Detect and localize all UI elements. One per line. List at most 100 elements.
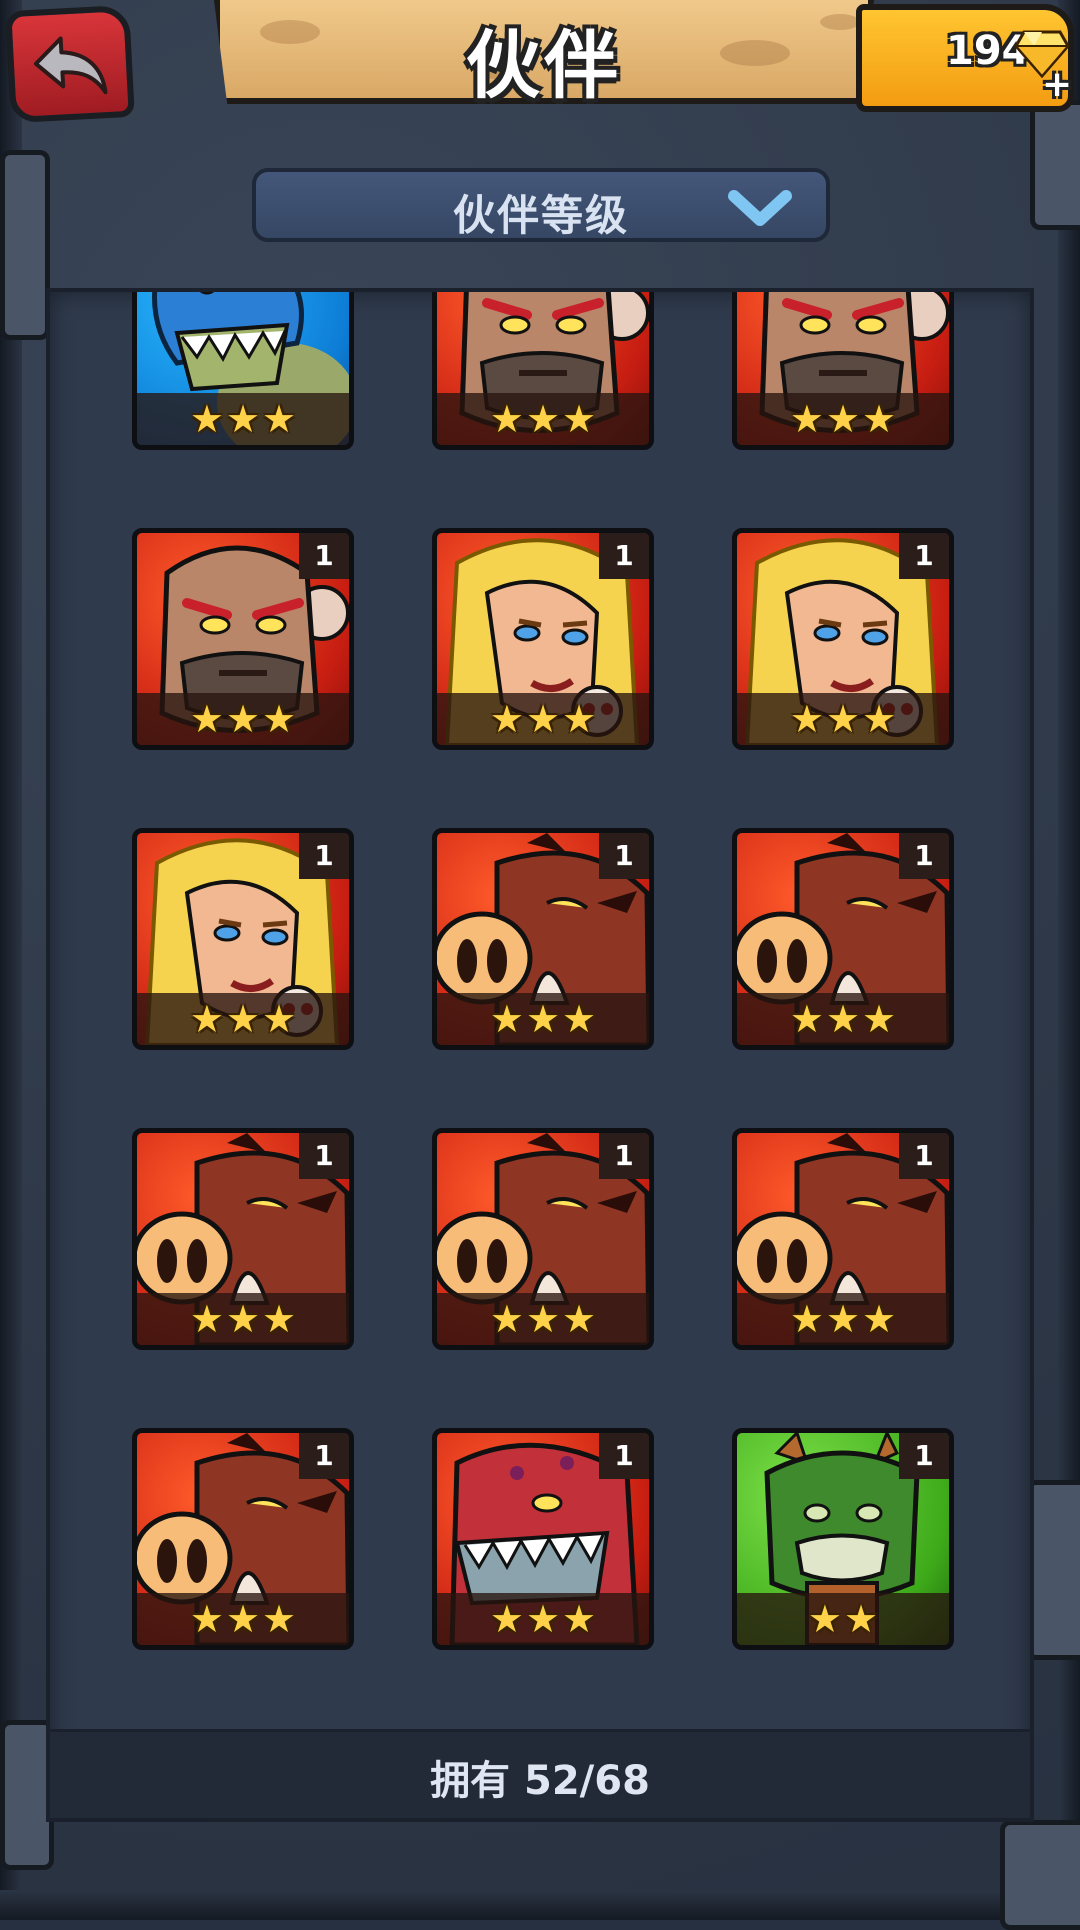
star-icon: ★ (525, 1297, 561, 1341)
partner-card[interactable]: 1★★★ (432, 1428, 654, 1650)
star-icon: ★ (825, 697, 861, 741)
star-icon: ★ (225, 997, 261, 1041)
star-rating: ★★★ (137, 393, 349, 445)
star-icon: ★ (862, 397, 897, 441)
partner-card[interactable]: 1★★★ (132, 528, 354, 750)
star-icon: ★ (789, 997, 824, 1041)
chevron-down-icon (728, 190, 792, 226)
star-icon: ★ (489, 397, 524, 441)
title-banner: 伙伴 (214, 0, 874, 104)
star-icon: ★ (189, 697, 224, 741)
star-icon: ★ (225, 397, 261, 441)
star-rating: ★★★ (737, 693, 949, 745)
star-rating: ★★★ (437, 1293, 649, 1345)
star-icon: ★ (825, 997, 861, 1041)
star-rating: ★★★ (137, 993, 349, 1045)
star-rating: ★★★ (137, 693, 349, 745)
star-icon: ★ (189, 1597, 224, 1641)
partner-card[interactable]: 1★★★ (132, 828, 354, 1050)
star-icon: ★ (525, 697, 561, 741)
partner-card[interactable]: 1★★★ (432, 828, 654, 1050)
star-icon: ★ (789, 397, 824, 441)
star-icon: ★ (862, 997, 897, 1041)
star-icon: ★ (862, 1297, 897, 1341)
star-icon: ★ (489, 1597, 524, 1641)
star-icon: ★ (825, 1297, 861, 1341)
star-icon: ★ (262, 697, 297, 741)
star-rating: ★★★ (437, 1593, 649, 1645)
star-icon: ★ (562, 397, 597, 441)
owned-footer: 拥有 52/68 (50, 1729, 1030, 1818)
star-icon: ★ (225, 697, 261, 741)
level-badge: 1 (899, 1433, 949, 1479)
star-icon: ★ (189, 1297, 224, 1341)
partner-sort-dropdown[interactable]: 伙伴等级 (252, 168, 830, 242)
level-badge: 1 (299, 1133, 349, 1179)
star-icon: ★ (262, 1597, 297, 1641)
level-badge: 1 (599, 1433, 649, 1479)
star-icon: ★ (844, 1597, 879, 1641)
star-rating: ★★★ (437, 693, 649, 745)
star-icon: ★ (189, 397, 224, 441)
level-badge: 1 (299, 1433, 349, 1479)
level-badge: 1 (299, 833, 349, 879)
gem-counter[interactable]: 194 + (856, 4, 1074, 112)
partner-card[interactable]: 1 ★★ (732, 1428, 954, 1650)
rock-decoration (1030, 100, 1080, 230)
star-icon: ★ (562, 697, 597, 741)
partner-card[interactable]: 1★★★ (732, 828, 954, 1050)
star-icon: ★ (789, 1297, 824, 1341)
rock-decoration (1000, 1820, 1080, 1930)
star-icon: ★ (489, 997, 524, 1041)
star-icon: ★ (189, 997, 224, 1041)
star-icon: ★ (525, 997, 561, 1041)
star-icon: ★ (262, 397, 297, 441)
back-arrow-icon (33, 36, 108, 95)
level-badge: 1 (899, 1133, 949, 1179)
partner-card[interactable]: 1★★★ (432, 528, 654, 750)
star-rating: ★★★ (437, 993, 649, 1045)
add-gems-icon: + (1042, 64, 1073, 105)
partner-card[interactable]: 1★★★ (432, 292, 654, 450)
star-icon: ★ (262, 1297, 297, 1341)
star-icon: ★ (562, 1297, 597, 1341)
star-rating: ★★★ (737, 993, 949, 1045)
level-badge: 1 (599, 533, 649, 579)
partner-card[interactable]: 1★★★ (132, 292, 354, 450)
partner-card[interactable]: 1★★★ (732, 292, 954, 450)
star-icon: ★ (489, 697, 524, 741)
star-icon: ★ (262, 997, 297, 1041)
star-rating: ★★★ (437, 393, 649, 445)
level-badge: 1 (599, 833, 649, 879)
level-badge: 1 (899, 533, 949, 579)
star-rating: ★★ (737, 1593, 949, 1645)
rock-decoration (1026, 1480, 1080, 1660)
partner-card[interactable]: 1★★★ (132, 1428, 354, 1650)
star-rating: ★★★ (737, 393, 949, 445)
owned-count: 拥有 52/68 (430, 1758, 650, 1804)
star-icon: ★ (525, 1597, 561, 1641)
bottom-rock-border (0, 1890, 1080, 1920)
star-icon: ★ (789, 697, 824, 741)
star-icon: ★ (525, 397, 561, 441)
partner-list-panel[interactable]: 1★★★ 1★★★ 1★★★ 1★★★ (46, 288, 1034, 1822)
star-icon: ★ (807, 1597, 842, 1641)
partner-card[interactable]: 1★★★ (732, 528, 954, 750)
rock-decoration (0, 150, 50, 340)
level-badge: 1 (899, 833, 949, 879)
star-icon: ★ (562, 997, 597, 1041)
partner-card[interactable]: 1★★★ (732, 1128, 954, 1350)
level-badge: 1 (299, 533, 349, 579)
star-rating: ★★★ (737, 1293, 949, 1345)
partner-grid: 1★★★ 1★★★ 1★★★ 1★★★ (50, 292, 1030, 1818)
back-button[interactable] (5, 4, 135, 124)
star-icon: ★ (562, 1597, 597, 1641)
partner-card[interactable]: 1★★★ (132, 1128, 354, 1350)
star-rating: ★★★ (137, 1293, 349, 1345)
star-rating: ★★★ (137, 1593, 349, 1645)
page-title: 伙伴 (466, 23, 622, 109)
level-badge: 1 (599, 1133, 649, 1179)
partner-card[interactable]: 1 ★★★ (432, 1128, 654, 1350)
star-icon: ★ (862, 697, 897, 741)
star-icon: ★ (225, 1597, 261, 1641)
